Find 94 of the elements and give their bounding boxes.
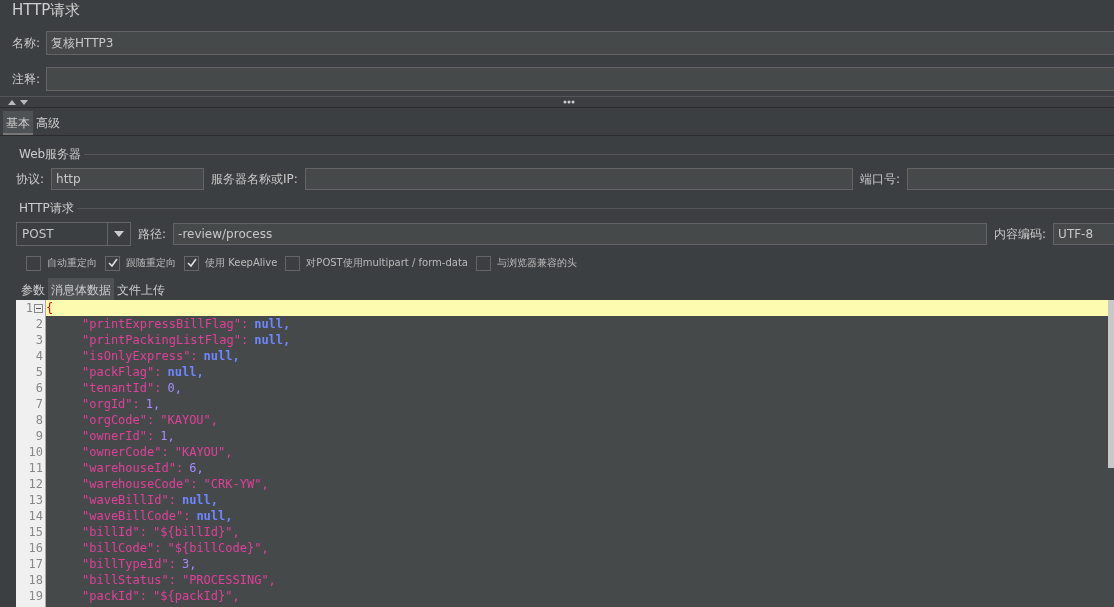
panel-title: HTTP请求	[11, 0, 82, 21]
json-key: "billId":	[82, 524, 148, 540]
json-value: null,	[196, 508, 233, 524]
json-key: "waveBillCode":	[82, 508, 191, 524]
field-label: 端口号:	[859, 170, 900, 188]
json-value: 1,	[145, 396, 161, 412]
line-number: 7	[35, 396, 43, 412]
json-key: "printExpressBillFlag":	[82, 316, 249, 332]
section-title: HTTP请求	[18, 199, 75, 217]
input-field[interactable]: http	[51, 168, 205, 190]
line-number: 18	[28, 572, 43, 588]
line-number: 16	[28, 540, 43, 556]
input-field[interactable]	[304, 168, 853, 190]
checkbox[interactable]	[285, 255, 301, 271]
json-key: "billTypeId":	[82, 556, 176, 572]
scrollbar-thumb[interactable]	[1108, 300, 1114, 468]
line-number: 19	[28, 588, 43, 604]
json-value: null,	[167, 364, 204, 380]
tab[interactable]: 基本	[3, 111, 33, 135]
tab[interactable]: 参数	[18, 278, 48, 300]
code-editor[interactable]	[16, 300, 1114, 607]
code-text: {	[46, 300, 54, 316]
json-value: "KAYOU",	[174, 444, 233, 460]
field-label: 路径:	[138, 225, 167, 243]
json-value: null,	[254, 332, 291, 348]
input-field[interactable]	[46, 67, 1114, 91]
field-label: 注释:	[12, 70, 41, 88]
field-label: 协议:	[16, 170, 45, 188]
checkbox[interactable]	[26, 255, 41, 271]
checkbox-label: 使用 KeepAlive	[205, 256, 278, 270]
json-value: 0,	[167, 380, 182, 396]
json-value: "${packId}",	[153, 588, 240, 604]
checkbox[interactable]	[105, 255, 120, 271]
input-field[interactable]: -review/process	[173, 223, 988, 245]
line-number: 17	[28, 556, 43, 572]
line-number: 14	[28, 508, 43, 524]
line-number: 5	[35, 364, 43, 380]
json-key: "ownerCode":	[82, 444, 169, 460]
json-value: "KAYOU",	[160, 412, 219, 428]
json-key: "orgCode":	[82, 412, 155, 428]
line-number: 15	[28, 524, 43, 540]
line-number: 8	[35, 412, 43, 428]
line-number: 1	[25, 300, 33, 316]
section-title: Web服务器	[18, 145, 83, 163]
json-key: "printPackingListFlag":	[82, 332, 249, 348]
json-key: "billStatus":	[82, 572, 176, 588]
json-value: 1,	[160, 428, 175, 444]
json-key: "tenantId":	[82, 380, 162, 396]
checkbox[interactable]	[475, 255, 491, 271]
tab[interactable]: 高级	[33, 111, 63, 135]
line-number: 4	[35, 348, 43, 364]
input-field[interactable]: 复核HTTP3	[46, 31, 1114, 55]
checkbox-label: 与浏览器兼容的头	[496, 256, 577, 270]
json-value: "PROCESSING",	[181, 572, 276, 588]
json-key: "packId":	[82, 588, 148, 604]
line-number: 6	[35, 380, 43, 396]
json-key: "warehouseCode":	[82, 476, 198, 492]
tab[interactable]: 消息体数据	[48, 278, 114, 300]
field-label: 服务器名称或IP:	[211, 170, 298, 188]
field-label: 内容编码:	[994, 225, 1047, 243]
json-value: "CRK-YW",	[203, 476, 269, 492]
json-key: "isOnlyExpress":	[82, 348, 198, 364]
line-number: 13	[28, 492, 43, 508]
json-value: null,	[203, 348, 240, 364]
input-field[interactable]: UTF-8	[1053, 223, 1114, 245]
json-key: "packFlag":	[82, 364, 162, 380]
json-value: "${billCode}",	[167, 540, 269, 556]
json-value: null,	[181, 492, 219, 508]
json-value: 6,	[189, 460, 204, 476]
line-number: 12	[28, 476, 43, 492]
fold-toggle-icon[interactable]	[34, 303, 43, 313]
collapse-arrows-icon[interactable]	[8, 98, 30, 106]
json-value: null,	[254, 316, 291, 332]
json-key: "billCode":	[82, 540, 162, 556]
checkbox-label: 自动重定向	[47, 256, 97, 270]
checkbox[interactable]	[184, 255, 199, 271]
method-dropdown[interactable]: POST	[16, 222, 131, 246]
line-number: 10	[28, 444, 43, 460]
json-value: "${billId}",	[153, 524, 240, 540]
line-number: 2	[35, 316, 43, 332]
drag-handle-icon[interactable]	[563, 100, 575, 104]
json-key: "ownerId":	[82, 428, 155, 444]
field-label: 名称:	[12, 34, 41, 52]
line-number: 3	[35, 332, 43, 348]
json-key: "waveBillId":	[82, 492, 176, 508]
json-value: 3,	[181, 556, 197, 572]
tab[interactable]: 文件上传	[114, 278, 168, 300]
json-key: "orgId":	[82, 396, 140, 412]
json-key: "warehouseId":	[82, 460, 184, 476]
input-field[interactable]	[906, 168, 1114, 190]
checkbox-label: 跟随重定向	[126, 256, 176, 270]
checkbox-label: 对POST使用multipart / form-data	[306, 256, 468, 270]
line-number: 9	[35, 428, 43, 444]
line-number: 11	[28, 460, 43, 476]
